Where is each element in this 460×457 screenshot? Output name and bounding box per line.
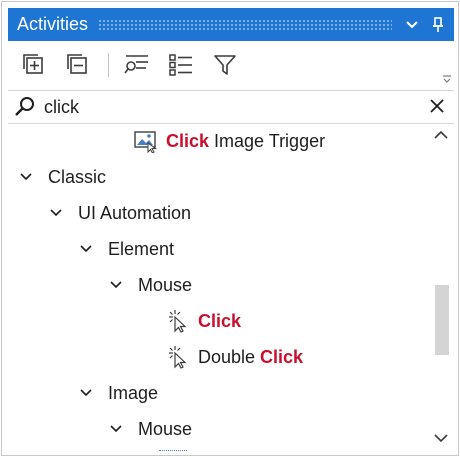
chevron-up-icon — [434, 130, 448, 139]
pin-button[interactable] — [428, 15, 448, 35]
title-grip — [98, 19, 392, 30]
filter-icon — [214, 55, 236, 75]
item-label: Image Trigger — [209, 130, 326, 151]
item-label: Mouse — [138, 274, 193, 295]
focus-indicator — [159, 450, 187, 451]
panel-menu-button[interactable] — [402, 15, 422, 35]
search-match: Click — [166, 130, 210, 151]
search-icon — [14, 96, 36, 118]
chevron-down-icon[interactable] — [18, 169, 34, 185]
list-view-icon — [169, 54, 192, 76]
search-bar — [8, 90, 454, 124]
activities-tree: Click Image Trigger Classic UI Automatio… — [8, 123, 428, 453]
show-recent-button[interactable] — [121, 49, 153, 81]
tree-item-mouse[interactable]: Mouse — [108, 411, 428, 447]
toolbar — [8, 43, 454, 87]
chevron-down-icon — [406, 20, 418, 28]
item-label: UI Automation — [78, 202, 192, 223]
mouse-click-icon — [166, 309, 190, 333]
chevron-down-icon[interactable] — [48, 205, 64, 221]
tree-item-ui-automation[interactable]: UI Automation — [48, 195, 428, 231]
close-icon — [430, 99, 444, 113]
search-input[interactable] — [42, 95, 406, 119]
collapse-all-button[interactable] — [62, 49, 94, 81]
item-label: Classic — [48, 166, 107, 187]
item-label: Image — [108, 382, 159, 403]
chevron-down-icon[interactable] — [108, 277, 124, 293]
tree-item-classic[interactable]: Classic — [18, 159, 428, 195]
filter-button[interactable] — [209, 49, 241, 81]
chevron-down-icon[interactable] — [108, 421, 124, 437]
chevron-down-icon — [434, 434, 448, 443]
overflow-chevron-icon — [443, 75, 451, 83]
collapse-all-icon — [67, 54, 87, 74]
tree-item-click[interactable]: Click — [166, 303, 428, 339]
mouse-click-icon — [166, 345, 190, 369]
chevron-down-icon[interactable] — [78, 385, 94, 401]
expand-all-button[interactable] — [18, 49, 50, 81]
chevron-down-icon[interactable] — [78, 241, 94, 257]
vertical-scrollbar[interactable] — [428, 123, 454, 453]
item-label: Mouse — [138, 418, 193, 439]
tree-item-element[interactable]: Element — [78, 231, 428, 267]
panel-title-bar[interactable]: Activities — [8, 8, 454, 41]
toolbar-separator — [108, 53, 109, 77]
clear-search-button[interactable] — [428, 97, 446, 120]
pin-icon — [433, 16, 443, 32]
tree-item-double-click[interactable]: Double Click — [166, 339, 428, 375]
tree-item-image[interactable]: Image — [78, 375, 428, 411]
search-match: Click — [198, 310, 242, 331]
list-view-button[interactable] — [165, 49, 197, 81]
scroll-down-button[interactable] — [433, 431, 449, 449]
show-recent-icon — [124, 55, 148, 74]
tree-item-click-image-trigger[interactable]: Click Image Trigger — [134, 123, 428, 159]
search-match: Click — [260, 346, 304, 367]
scroll-up-button[interactable] — [433, 128, 449, 146]
expand-all-icon — [23, 54, 43, 74]
panel-title: Activities — [17, 14, 89, 34]
item-label: Element — [108, 238, 175, 259]
scrollbar-thumb[interactable] — [435, 285, 449, 355]
tree-item-mouse[interactable]: Mouse — [108, 267, 428, 303]
toolbar-overflow-button[interactable] — [442, 71, 452, 89]
image-trigger-icon — [134, 129, 158, 153]
activities-panel: Activities click Click Image Trigger Cla… — [1, 1, 459, 456]
item-label: Double — [198, 346, 261, 367]
